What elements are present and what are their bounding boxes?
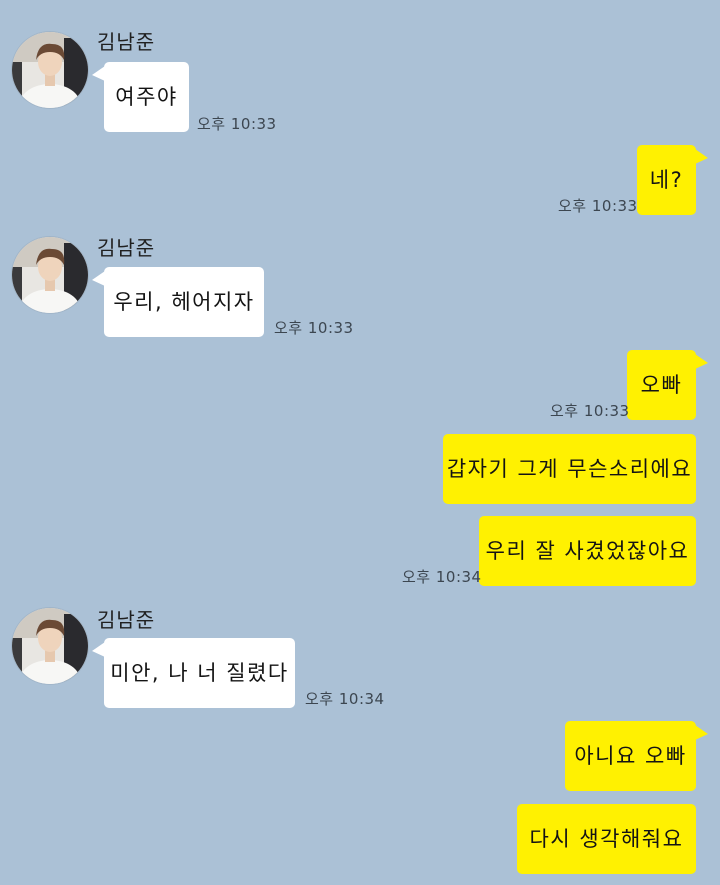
- avatar[interactable]: [12, 608, 88, 684]
- incoming-message-bubble[interactable]: 여주야: [104, 62, 189, 132]
- message-text: 여주야: [115, 85, 178, 109]
- incoming-message-bubble[interactable]: 우리, 헤어지자: [104, 267, 264, 337]
- sender-name: 김남준: [97, 236, 156, 260]
- sender-name: 김남준: [97, 608, 156, 632]
- message-text: 미안, 나 너 질렸다: [110, 661, 289, 685]
- bubble-tail: [695, 149, 708, 164]
- outgoing-message-bubble[interactable]: 네?: [637, 145, 696, 215]
- outgoing-message-bubble[interactable]: 다시 생각해줘요: [517, 804, 696, 874]
- sender-name: 김남준: [97, 30, 156, 54]
- avatar[interactable]: [12, 237, 88, 313]
- message-timestamp: 오후 10:33: [558, 197, 638, 215]
- message-timestamp: 오후 10:33: [197, 115, 277, 133]
- message-timestamp: 오후 10:34: [402, 568, 482, 586]
- outgoing-message-bubble[interactable]: 아니요 오빠: [565, 721, 696, 791]
- message-text: 우리, 헤어지자: [113, 290, 255, 314]
- profile-photo-icon: [12, 237, 88, 313]
- outgoing-message-bubble[interactable]: 우리 잘 사겼었잖아요: [479, 516, 696, 586]
- profile-photo-icon: [12, 32, 88, 108]
- outgoing-message-bubble[interactable]: 오빠: [627, 350, 696, 420]
- message-text: 다시 생각해줘요: [529, 827, 684, 851]
- message-text: 아니요 오빠: [574, 744, 687, 768]
- avatar[interactable]: [12, 32, 88, 108]
- message-text: 네?: [649, 168, 684, 192]
- bubble-tail: [92, 66, 105, 81]
- bubble-tail: [92, 642, 105, 657]
- bubble-tail: [695, 725, 708, 740]
- message-text: 오빠: [640, 373, 683, 397]
- chat-background: 김남준 여주야 오후 10:33 네? 오후 10:33 김남준 우리, 헤어지자 오후 10…: [0, 0, 720, 885]
- bubble-tail: [92, 271, 105, 286]
- bubble-tail: [695, 354, 708, 369]
- message-timestamp: 오후 10:33: [274, 319, 354, 337]
- profile-photo-icon: [12, 608, 88, 684]
- message-text: 갑자기 그게 무슨소리에요: [446, 457, 693, 481]
- message-timestamp: 오후 10:34: [305, 690, 385, 708]
- message-text: 우리 잘 사겼었잖아요: [485, 539, 690, 563]
- message-timestamp: 오후 10:33: [550, 402, 630, 420]
- incoming-message-bubble[interactable]: 미안, 나 너 질렸다: [104, 638, 295, 708]
- outgoing-message-bubble[interactable]: 갑자기 그게 무슨소리에요: [443, 434, 696, 504]
